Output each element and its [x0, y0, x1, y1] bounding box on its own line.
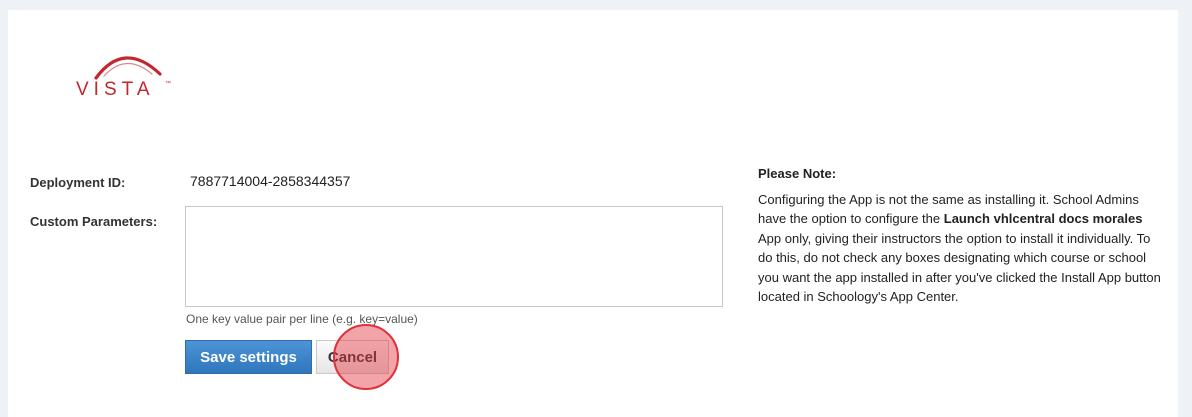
save-settings-button[interactable]: Save settings [185, 340, 312, 374]
note-text-after: App only, giving their instructors the o… [758, 230, 1161, 305]
custom-parameters-help: One key value pair per line (e.g. key=va… [186, 312, 418, 326]
deployment-id-value: 7887714004-2858344357 [190, 173, 351, 189]
logo-text: VISTA [76, 79, 155, 100]
custom-parameters-input[interactable] [185, 206, 723, 307]
trademark-mark: ™ [165, 80, 171, 87]
click-highlight-marker [333, 324, 399, 390]
deployment-id-label: Deployment ID: [30, 175, 126, 190]
note-title: Please Note: [758, 166, 837, 181]
custom-parameters-label: Custom Parameters: [30, 214, 158, 229]
vista-logo: VISTA ™ [74, 44, 184, 100]
settings-panel: VISTA ™ Deployment ID: 7887714004-285834… [8, 10, 1178, 417]
note-app-name: Launch vhlcentral docs morales [943, 211, 1143, 227]
note-body: Configuring the App is not the same as i… [758, 190, 1163, 306]
